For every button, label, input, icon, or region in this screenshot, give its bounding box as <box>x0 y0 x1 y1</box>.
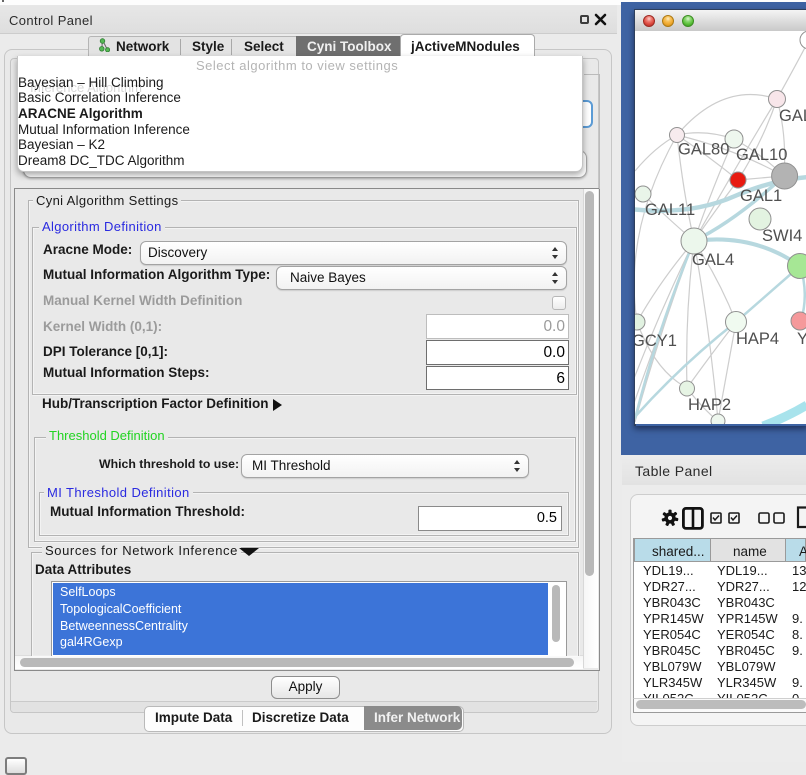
svg-text:HAP4: HAP4 <box>736 330 779 348</box>
svg-text:GCY1: GCY1 <box>635 332 677 350</box>
svg-text:GAL7: GAL7 <box>779 107 806 125</box>
svg-text:GAL11: GAL11 <box>645 201 695 219</box>
svg-text:GAL80: GAL80 <box>678 141 729 159</box>
svg-text:HAP2: HAP2 <box>688 396 731 414</box>
svg-text:GAL1: GAL1 <box>740 187 782 205</box>
svg-text:SWI4: SWI4 <box>762 227 802 245</box>
svg-text:Y: Y <box>797 330 806 348</box>
svg-text:GAL4: GAL4 <box>692 251 734 269</box>
svg-text:GAL10: GAL10 <box>736 146 787 164</box>
